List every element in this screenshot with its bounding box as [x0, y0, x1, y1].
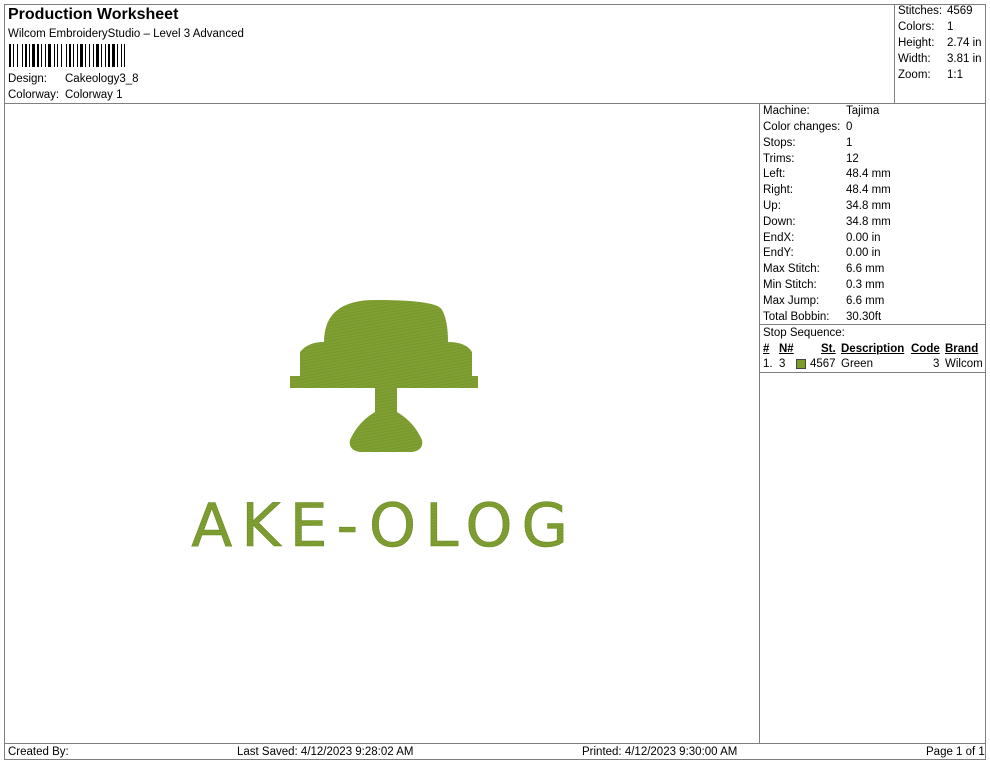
colors-label: Colors: — [898, 21, 935, 33]
machine-value: Tajima — [846, 105, 880, 117]
total-bobbin-label: Total Bobbin: — [763, 311, 830, 323]
seq-row-num: 1. — [763, 358, 773, 370]
width-label: Width: — [898, 53, 931, 65]
down-label: Down: — [763, 216, 796, 228]
endy-label: EndY: — [763, 247, 794, 259]
max-stitch-value: 6.6 mm — [846, 263, 885, 275]
seq-header-st: St. — [821, 343, 836, 355]
height-value: 2.74 in — [947, 37, 982, 49]
up-label: Up: — [763, 200, 781, 212]
stop-sequence-title: Stop Sequence: — [763, 327, 845, 339]
stitches-label: Stitches: — [898, 5, 943, 17]
zoom-label: Zoom: — [898, 69, 931, 81]
stops-label: Stops: — [763, 137, 796, 149]
seq-header-code: Code — [911, 343, 940, 355]
seq-row-n: 3 — [779, 358, 786, 370]
width-value: 3.81 in — [947, 53, 982, 65]
trims-value: 12 — [846, 153, 859, 165]
stop-sequence-divider — [759, 324, 986, 325]
seq-row-brand: Wilcom — [945, 358, 983, 370]
height-label: Height: — [898, 37, 935, 49]
stops-value: 1 — [846, 137, 853, 149]
seq-header-brand: Brand — [945, 343, 979, 355]
endy-value: 0.00 in — [846, 247, 881, 259]
endx-label: EndX: — [763, 232, 795, 244]
trims-label: Trims: — [763, 153, 795, 165]
left-label: Left: — [763, 168, 786, 180]
down-value: 34.8 mm — [846, 216, 891, 228]
color-changes-value: 0 — [846, 121, 853, 133]
endx-value: 0.00 in — [846, 232, 881, 244]
page-number: Page 1 of 1 — [926, 746, 985, 758]
design-logo-text: CAKE-OLOGY — [190, 491, 570, 561]
colors-value: 1 — [947, 21, 954, 33]
seq-header-n: N# — [779, 343, 794, 355]
right-value: 48.4 mm — [846, 184, 891, 196]
total-bobbin-value: 30.30ft — [846, 311, 882, 323]
panel-divider — [759, 103, 760, 744]
seq-row-code: 3 — [933, 358, 940, 370]
up-value: 34.8 mm — [846, 200, 891, 212]
software-subtitle: Wilcom EmbroideryStudio – Level 3 Advanc… — [8, 28, 244, 40]
barcode — [9, 44, 125, 67]
last-saved: Last Saved: 4/12/2023 9:28:02 AM — [237, 746, 414, 758]
thread-color-swatch — [796, 359, 806, 369]
max-stitch-label: Max Stitch: — [763, 263, 820, 275]
page-title: Production Worksheet — [8, 6, 179, 23]
max-jump-value: 6.6 mm — [846, 295, 885, 307]
zoom-value: 1:1 — [947, 69, 963, 81]
design-name: Cakeology3_8 — [65, 73, 139, 85]
header-divider — [4, 103, 986, 104]
created-by: Created By: — [8, 746, 69, 758]
printed-date: Printed: 4/12/2023 9:30:00 AM — [582, 746, 738, 758]
colorway-value: Colorway 1 — [65, 89, 123, 101]
design-preview: CAKE-OLOGY — [190, 300, 570, 561]
cake-stand-icon — [290, 300, 478, 452]
min-stitch-value: 0.3 mm — [846, 279, 885, 291]
max-jump-label: Max Jump: — [763, 295, 820, 307]
stop-sequence-bottom-divider — [759, 372, 986, 373]
right-label: Right: — [763, 184, 794, 196]
colorway-label: Colorway: — [8, 89, 60, 101]
color-changes-label: Color changes: — [763, 121, 841, 133]
seq-header-description: Description — [841, 343, 905, 355]
stats-divider — [894, 4, 895, 103]
machine-label: Machine: — [763, 105, 810, 117]
footer-divider — [4, 743, 986, 744]
min-stitch-label: Min Stitch: — [763, 279, 817, 291]
seq-row-description: Green — [841, 358, 873, 370]
left-value: 48.4 mm — [846, 168, 891, 180]
seq-header-num: # — [763, 343, 770, 355]
seq-row-st: 4567 — [810, 358, 836, 370]
design-label: Design: — [8, 73, 47, 85]
stitches-value: 4569 — [947, 5, 973, 17]
